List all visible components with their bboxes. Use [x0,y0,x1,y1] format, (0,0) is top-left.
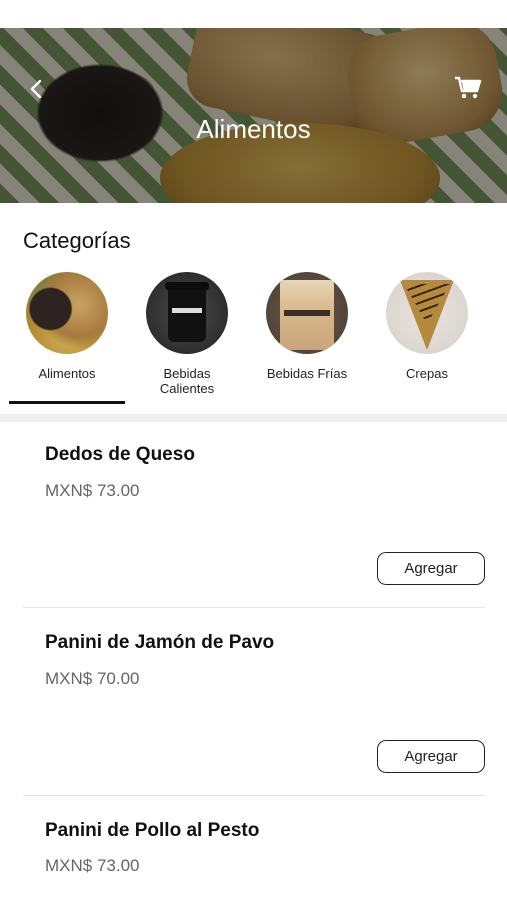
category-alimentos[interactable]: Alimentos [7,272,127,381]
product-price: MXN$ 70.00 [45,669,140,688]
category-image [266,272,348,354]
product-name: Panini de Pollo al Pesto [45,820,260,841]
page-title: Alimentos [196,114,311,144]
chevron-left-icon[interactable] [28,78,50,100]
categories-heading: Categorías [23,228,131,253]
product-price: MXN$ 73.00 [45,856,140,875]
add-button[interactable]: Agregar [377,740,485,773]
category-image [26,272,108,354]
add-button[interactable]: Agregar [377,552,485,585]
category-label: Alimentos [38,366,96,381]
shopping-cart-icon[interactable] [454,76,482,100]
category-bebidas-frias[interactable]: Bebidas Frías [247,272,367,381]
item-divider [23,795,485,796]
category-crepas[interactable]: Crepas [367,272,487,381]
product-price: MXN$ 73.00 [45,481,140,500]
category-label: Bebidas Frías [266,366,348,381]
category-image [386,272,468,354]
category-label: Crepas [406,366,448,381]
selected-category-indicator [9,401,125,404]
category-bebidas-calientes[interactable]: Bebidas Calientes [127,272,247,396]
category-image [146,272,228,354]
product-name: Dedos de Queso [45,444,195,465]
item-divider [23,607,485,608]
category-label: Bebidas Calientes [159,366,215,396]
header-banner: Alimentos [0,28,507,203]
product-name: Panini de Jamón de Pavo [45,632,275,653]
section-divider [0,414,507,422]
